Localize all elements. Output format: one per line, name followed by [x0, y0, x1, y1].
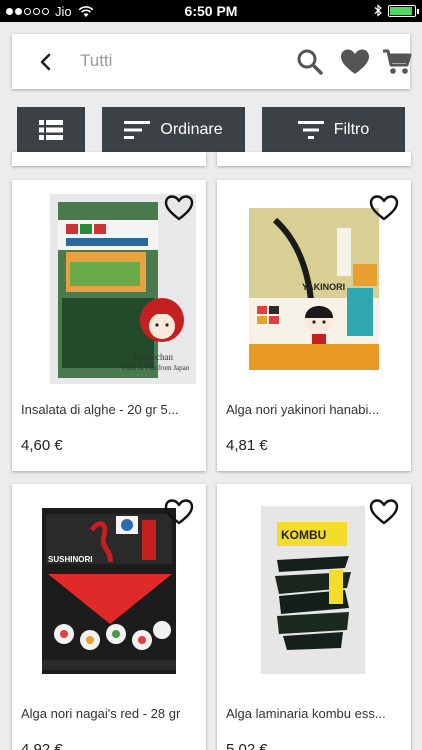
product-title: Insalata di alghe - 20 gr 5... [21, 402, 179, 417]
product-card[interactable]: YAKINORI Alga nori yakinori hanabi... 4,… [217, 180, 411, 471]
product-image-brand: Domechan [134, 352, 173, 362]
sort-label: Ordinare [160, 120, 223, 138]
heart-icon[interactable] [340, 48, 370, 76]
search-icon[interactable] [296, 48, 324, 76]
filter-button[interactable]: Filtro [262, 107, 405, 152]
product-title: Alga nori nagai's red - 28 gr [21, 706, 181, 721]
product-card[interactable]: Domechan Food & Fun from Japan Insalata … [12, 180, 206, 471]
heart-outline-icon[interactable] [369, 498, 399, 526]
sort-button[interactable]: Ordinare [102, 107, 245, 152]
product-card[interactable]: SUSHINORI Alga nori nagai's red - 28 gr … [12, 484, 206, 750]
bluetooth-icon [374, 4, 382, 17]
product-title: Alga laminaria kombu ess... [226, 706, 386, 721]
list-icon [39, 119, 63, 140]
heart-outline-icon[interactable] [164, 194, 194, 222]
cart-icon[interactable] [382, 48, 412, 76]
product-image-label: KOMBU [281, 528, 326, 542]
product-price: 4,60 € [21, 437, 63, 454]
product-card-stub[interactable] [217, 152, 411, 166]
filter-icon [297, 120, 324, 139]
product-title: Alga nori yakinori hanabi... [226, 402, 380, 417]
product-image-tagline: Food & Fun from Japan [122, 364, 190, 372]
product-image-label: SUSHINORI [48, 555, 92, 564]
search-input[interactable]: Tutti [80, 51, 112, 71]
battery-icon [388, 4, 419, 17]
chevron-left-icon[interactable] [34, 50, 58, 74]
product-price: 4,81 € [226, 437, 268, 454]
status-time: 6:50 PM [184, 3, 238, 19]
status-bar: Jio 6:50 PM [0, 0, 422, 22]
view-toggle-button[interactable] [17, 107, 85, 152]
heart-outline-icon[interactable] [164, 498, 194, 526]
product-image-label: YAKINORI [302, 282, 345, 292]
product-price: 5,02 € [226, 741, 268, 750]
heart-outline-icon[interactable] [369, 194, 399, 222]
product-card[interactable]: KOMBU Alga laminaria kombu ess... 5,02 € [217, 484, 411, 750]
filter-label: Filtro [333, 120, 370, 138]
product-price: 4,92 € [21, 741, 63, 750]
sort-icon [124, 120, 151, 139]
product-card-stub[interactable] [12, 152, 206, 166]
search-bar: Tutti [12, 34, 412, 89]
